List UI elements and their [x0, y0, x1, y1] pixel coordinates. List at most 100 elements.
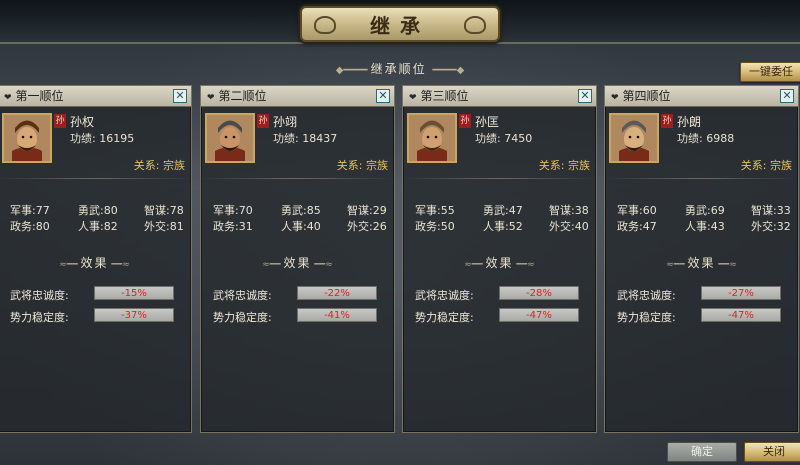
loyalty-label: 武将忠诚度:: [415, 289, 474, 302]
stability-effect-value: -47%: [499, 308, 579, 322]
window-title: 继承: [370, 13, 430, 38]
ornament-icon: ━━≈: [715, 260, 737, 270]
candidate-relation: 关系: 宗族: [740, 159, 792, 172]
ornament-left-icon: ◆━━━━: [335, 65, 371, 76]
candidate-name: 孙朗: [677, 115, 702, 129]
loyalty-label: 武将忠诚度:: [213, 289, 272, 302]
panel-header: ❤ 第二顺位: [201, 86, 394, 107]
clan-badge: 孙: [54, 114, 66, 128]
divider: [403, 178, 596, 179]
candidate-merit: 功绩: 16195: [70, 132, 135, 145]
loyalty-effect-value: -15%: [94, 286, 174, 300]
stability-effect-value: -37%: [94, 308, 174, 322]
effects-title-text: 效果: [283, 256, 312, 270]
stat-strategy: 智谋:78: [144, 204, 184, 217]
stat-personnel: 人事:82: [78, 220, 118, 233]
candidate-relation: 关系: 宗族: [133, 159, 185, 172]
ornament-icon: ≈━━: [59, 260, 81, 270]
ornament-icon: ━━≈: [311, 260, 333, 270]
stat-military: 军事:55: [415, 204, 455, 217]
panel-header: ❤ 第一顺位: [0, 86, 191, 107]
clan-badge: 孙: [661, 114, 673, 128]
divider: [0, 178, 191, 179]
stat-bravery: 勇武:47: [483, 204, 523, 217]
stat-diplomacy: 外交:40: [549, 220, 589, 233]
stat-diplomacy: 外交:26: [347, 220, 387, 233]
stat-bravery: 勇武:85: [281, 204, 321, 217]
stat-diplomacy: 外交:81: [144, 220, 184, 233]
ornament-icon: ≈━━: [262, 260, 284, 270]
remove-candidate-icon[interactable]: ✕: [376, 89, 390, 103]
remove-candidate-icon[interactable]: ✕: [578, 89, 592, 103]
loyalty-effect-value: -22%: [297, 286, 377, 300]
stat-personnel: 人事:43: [685, 220, 725, 233]
loyalty-label: 武将忠诚度:: [10, 289, 69, 302]
stat-personnel: 人事:52: [483, 220, 523, 233]
subtitle-text: 继承顺位: [370, 62, 427, 76]
close-button[interactable]: 关闭: [744, 442, 800, 462]
stat-military: 军事:77: [10, 204, 50, 217]
effects-title-text: 效果: [687, 256, 716, 270]
panel-header: ❤ 第四顺位: [605, 86, 798, 107]
effects-heading: ≈━━ 效果 ━━≈: [403, 254, 596, 271]
heart-icon: ❤: [409, 93, 417, 103]
ornament-icon: ≈━━: [464, 260, 486, 270]
stat-politics: 政务:47: [617, 220, 657, 233]
rank-label: 第三顺位: [420, 89, 469, 103]
candidate-name: 孙翊: [273, 115, 298, 129]
stat-bravery: 勇武:69: [685, 204, 725, 217]
effects-heading: ≈━━ 效果 ━━≈: [0, 254, 191, 271]
ornament-right-icon: ━━━━◆: [432, 65, 465, 76]
general-portrait-icon[interactable]: [609, 113, 659, 163]
stat-personnel: 人事:40: [281, 220, 321, 233]
heart-icon: ❤: [4, 93, 12, 103]
effects-title-text: 效果: [485, 256, 514, 270]
effects-heading: ≈━━ 效果 ━━≈: [201, 254, 394, 271]
effects-heading: ≈━━ 效果 ━━≈: [605, 254, 798, 271]
loyalty-effect-value: -27%: [701, 286, 781, 300]
candidate-relation: 关系: 宗族: [336, 159, 388, 172]
stat-politics: 政务:50: [415, 220, 455, 233]
remove-candidate-icon[interactable]: ✕: [173, 89, 187, 103]
stat-politics: 政务:31: [213, 220, 253, 233]
clan-badge: 孙: [459, 114, 471, 128]
candidate-relation: 关系: 宗族: [538, 159, 590, 172]
stat-military: 军事:60: [617, 204, 657, 217]
title-plate: 继承: [300, 6, 500, 42]
candidate-merit: 功绩: 18437: [273, 132, 338, 145]
candidate-name: 孙权: [70, 115, 95, 129]
heart-icon: ❤: [611, 93, 619, 103]
candidate-merit: 功绩: 7450: [475, 132, 533, 145]
rank-label: 第一顺位: [15, 89, 64, 103]
stability-label: 势力稳定度:: [213, 311, 272, 324]
stability-label: 势力稳定度:: [415, 311, 474, 324]
divider: [201, 178, 394, 179]
stat-strategy: 智谋:33: [751, 204, 791, 217]
general-portrait-icon[interactable]: [2, 113, 52, 163]
panel-header: ❤ 第三顺位: [403, 86, 596, 107]
rank-label: 第四顺位: [622, 89, 671, 103]
stability-effect-value: -47%: [701, 308, 781, 322]
succession-order-heading: ◆━━━━ 继承顺位 ━━━━◆: [0, 60, 800, 77]
clan-badge: 孙: [257, 114, 269, 128]
stability-label: 势力稳定度:: [10, 311, 69, 324]
ornament-icon: ━━≈: [513, 260, 535, 270]
candidate-panel: ❤ 第二顺位 ✕ 孙 孙翊 功绩: 18437 关系: 宗族 军事:70 勇武:…: [200, 85, 395, 433]
loyalty-effect-value: -28%: [499, 286, 579, 300]
stat-bravery: 勇武:80: [78, 204, 118, 217]
stat-strategy: 智谋:29: [347, 204, 387, 217]
heart-icon: ❤: [207, 93, 215, 103]
rank-label: 第二顺位: [218, 89, 267, 103]
remove-candidate-icon[interactable]: ✕: [780, 89, 794, 103]
effects-title-text: 效果: [80, 256, 109, 270]
confirm-button[interactable]: 确定: [667, 442, 737, 462]
stability-label: 势力稳定度:: [617, 311, 676, 324]
auto-appoint-button[interactable]: 一键委任: [740, 62, 800, 82]
general-portrait-icon[interactable]: [407, 113, 457, 163]
candidate-name: 孙匡: [475, 115, 500, 129]
loyalty-label: 武将忠诚度:: [617, 289, 676, 302]
stat-politics: 政务:80: [10, 220, 50, 233]
candidate-panel: ❤ 第四顺位 ✕ 孙 孙朗 功绩: 6988 关系: 宗族 军事:60 勇武:6…: [604, 85, 799, 433]
general-portrait-icon[interactable]: [205, 113, 255, 163]
cloud-ornament-icon: [314, 16, 336, 34]
